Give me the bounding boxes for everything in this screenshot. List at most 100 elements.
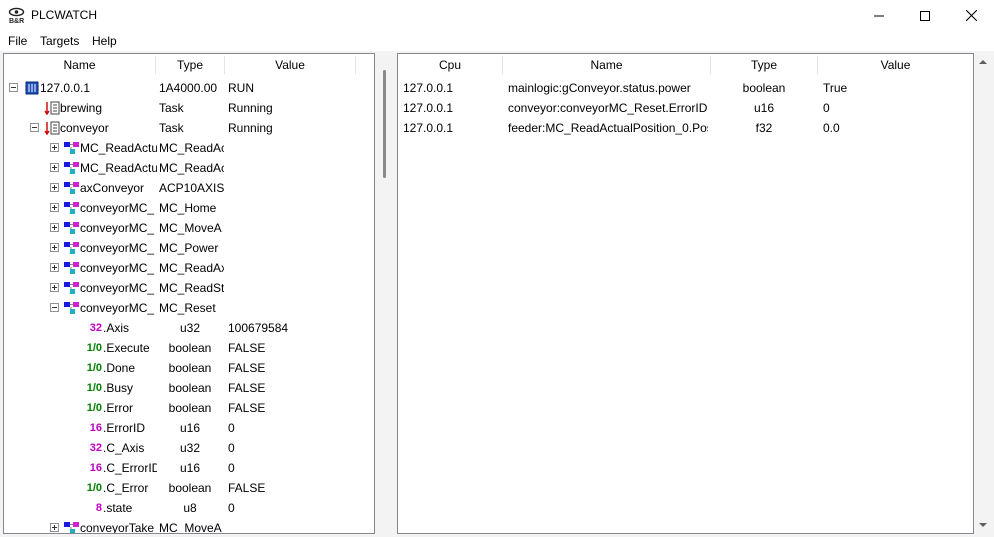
tree-row[interactable]: conveyorMC_ MC_Reset bbox=[4, 298, 374, 318]
tree-row-type: 1A4000.00 bbox=[159, 81, 218, 95]
tree-row-value: Running bbox=[228, 121, 273, 135]
column-header-value[interactable]: Value bbox=[225, 54, 355, 76]
column-header-name[interactable]: Name bbox=[4, 54, 155, 76]
collapse-icon[interactable] bbox=[30, 123, 39, 132]
tree-row-type: MC_MoveA bbox=[159, 521, 222, 534]
tree-row-type: Task bbox=[159, 101, 184, 115]
type-prefix-icon: 16 bbox=[89, 422, 102, 434]
tree-row[interactable]: conveyorMC_ MC_MoveA bbox=[4, 218, 374, 238]
fb-icon bbox=[64, 262, 79, 274]
menu-targets[interactable]: Targets bbox=[40, 34, 79, 48]
maximize-button[interactable] bbox=[902, 0, 948, 31]
tree-row-value: 100679584 bbox=[228, 321, 289, 335]
menu-bar: File Targets Help bbox=[0, 31, 994, 51]
expand-icon[interactable] bbox=[50, 203, 59, 212]
column-header-value[interactable]: Value bbox=[818, 54, 973, 76]
collapse-icon[interactable] bbox=[9, 83, 18, 92]
tree-row-type: MC_Power bbox=[159, 241, 219, 255]
tree-row-name: .Axis bbox=[103, 321, 130, 335]
expand-icon[interactable] bbox=[50, 523, 59, 532]
tree-row[interactable]: 1/0 .Busy boolean FALSE bbox=[4, 378, 374, 398]
expand-icon[interactable] bbox=[50, 143, 59, 152]
tree-row[interactable]: 1/0 .Done boolean FALSE bbox=[4, 358, 374, 378]
tree-row[interactable]: conveyorMC_ MC_ReadSta bbox=[4, 278, 374, 298]
tree-row-type: MC_ReadSta bbox=[159, 281, 224, 295]
column-separator[interactable] bbox=[355, 56, 356, 74]
vertical-scrollbar[interactable] bbox=[976, 53, 990, 534]
menu-help[interactable]: Help bbox=[92, 34, 117, 48]
watch-row-cpu: 127.0.0.1 bbox=[403, 101, 454, 115]
tree-row-value bbox=[228, 298, 355, 318]
watch-row-name: mainlogic:gConveyor.status.power bbox=[508, 81, 691, 95]
column-header-type[interactable]: Type bbox=[711, 54, 817, 76]
expand-icon[interactable] bbox=[50, 263, 59, 272]
watch-row[interactable]: 127.0.0.1 conveyor:conveyorMC_Reset.Error… bbox=[398, 98, 973, 118]
tree-row[interactable]: 127.0.0.1 1A4000.00 RUN bbox=[4, 78, 374, 98]
tree-row[interactable]: conveyorMC_ MC_Home bbox=[4, 198, 374, 218]
tree-row-name: conveyorMC_ bbox=[80, 301, 155, 315]
tree-row-value bbox=[228, 178, 355, 198]
collapse-icon[interactable] bbox=[50, 303, 59, 312]
tree-row-type: u16 bbox=[179, 421, 201, 435]
type-prefix-icon: 1/0 bbox=[86, 382, 102, 394]
tree-row-type: MC_ReadAc bbox=[159, 141, 224, 155]
minimize-button[interactable] bbox=[856, 0, 902, 31]
cpu-icon bbox=[25, 81, 39, 95]
tree-row-value: Running bbox=[228, 101, 273, 115]
tree-row-value bbox=[228, 138, 355, 158]
fb-icon bbox=[64, 202, 79, 214]
tree-row-type: u32 bbox=[179, 321, 201, 335]
tree-row-type: boolean bbox=[168, 341, 212, 355]
column-header-cpu[interactable]: Cpu bbox=[398, 54, 502, 76]
tree-row[interactable]: conveyorTake MC_MoveA bbox=[4, 518, 374, 534]
watch-row[interactable]: 127.0.0.1 mainlogic:gConveyor.status.powe… bbox=[398, 78, 973, 98]
tree-row[interactable]: conveyorMC_ MC_ReadAx bbox=[4, 258, 374, 278]
tree-row[interactable]: conveyorMC_ MC_Power bbox=[4, 238, 374, 258]
column-header-type[interactable]: Type bbox=[156, 54, 224, 76]
tree-row[interactable]: conveyor Task Running bbox=[4, 118, 374, 138]
tree-row[interactable]: MC_ReadActu MC_ReadAc bbox=[4, 158, 374, 178]
expand-icon[interactable] bbox=[50, 163, 59, 172]
tree-row-name: conveyorMC_ bbox=[80, 201, 155, 215]
tree-row[interactable]: brewing Task Running bbox=[4, 98, 374, 118]
fb-icon bbox=[64, 222, 79, 234]
tree-row[interactable]: axConveyor ACP10AXIS_ bbox=[4, 178, 374, 198]
column-header-name[interactable]: Name bbox=[503, 54, 710, 76]
tree-row[interactable]: 1/0 .C_Error boolean FALSE bbox=[4, 478, 374, 498]
expand-icon[interactable] bbox=[50, 243, 59, 252]
fb-icon bbox=[64, 242, 79, 254]
maximize-icon bbox=[920, 10, 930, 21]
tree-row[interactable]: 32 .C_Axis u32 0 bbox=[4, 438, 374, 458]
title-bar: B&R PLCWATCH bbox=[0, 0, 994, 31]
minimize-icon bbox=[874, 15, 884, 16]
tree-row[interactable]: MC_ReadActu MC_ReadAc bbox=[4, 138, 374, 158]
type-prefix-icon: 8 bbox=[95, 502, 102, 514]
expand-icon[interactable] bbox=[50, 183, 59, 192]
tree-row[interactable]: 32 .Axis u32 100679584 bbox=[4, 318, 374, 338]
tree-row[interactable]: 16 .C_ErrorID u16 0 bbox=[4, 458, 374, 478]
watch-row-cpu: 127.0.0.1 bbox=[403, 81, 454, 95]
tree-row-name: .C_ErrorID bbox=[103, 461, 157, 475]
tree-row-name: .state bbox=[103, 501, 133, 515]
watch-row[interactable]: 127.0.0.1 feeder:MC_ReadActualPosition_0.… bbox=[398, 118, 973, 138]
tree-row-type: boolean bbox=[168, 401, 212, 415]
watch-row-cpu: 127.0.0.1 bbox=[403, 121, 454, 135]
tree-row-value bbox=[228, 238, 355, 258]
scroll-down-icon[interactable] bbox=[978, 520, 988, 530]
tree-row-value bbox=[228, 258, 355, 278]
tree-row-name: conveyorTake bbox=[80, 521, 155, 534]
pane-splitter[interactable] bbox=[383, 70, 386, 178]
menu-file[interactable]: File bbox=[8, 34, 27, 48]
tree-row-name: conveyorMC_ bbox=[80, 241, 155, 255]
close-button[interactable] bbox=[948, 0, 994, 31]
tree-row[interactable]: 1/0 .Execute boolean FALSE bbox=[4, 338, 374, 358]
tree-row[interactable]: 8 .state u8 0 bbox=[4, 498, 374, 518]
expand-icon[interactable] bbox=[50, 283, 59, 292]
expand-icon[interactable] bbox=[50, 223, 59, 232]
tree-row[interactable]: 16 .ErrorID u16 0 bbox=[4, 418, 374, 438]
scroll-up-icon[interactable] bbox=[978, 57, 988, 67]
tree-row-type: MC_Home bbox=[159, 201, 217, 215]
tree-row[interactable]: 1/0 .Error boolean FALSE bbox=[4, 398, 374, 418]
watch-row-type: u16 bbox=[753, 101, 775, 115]
tree-row-value bbox=[228, 518, 355, 533]
